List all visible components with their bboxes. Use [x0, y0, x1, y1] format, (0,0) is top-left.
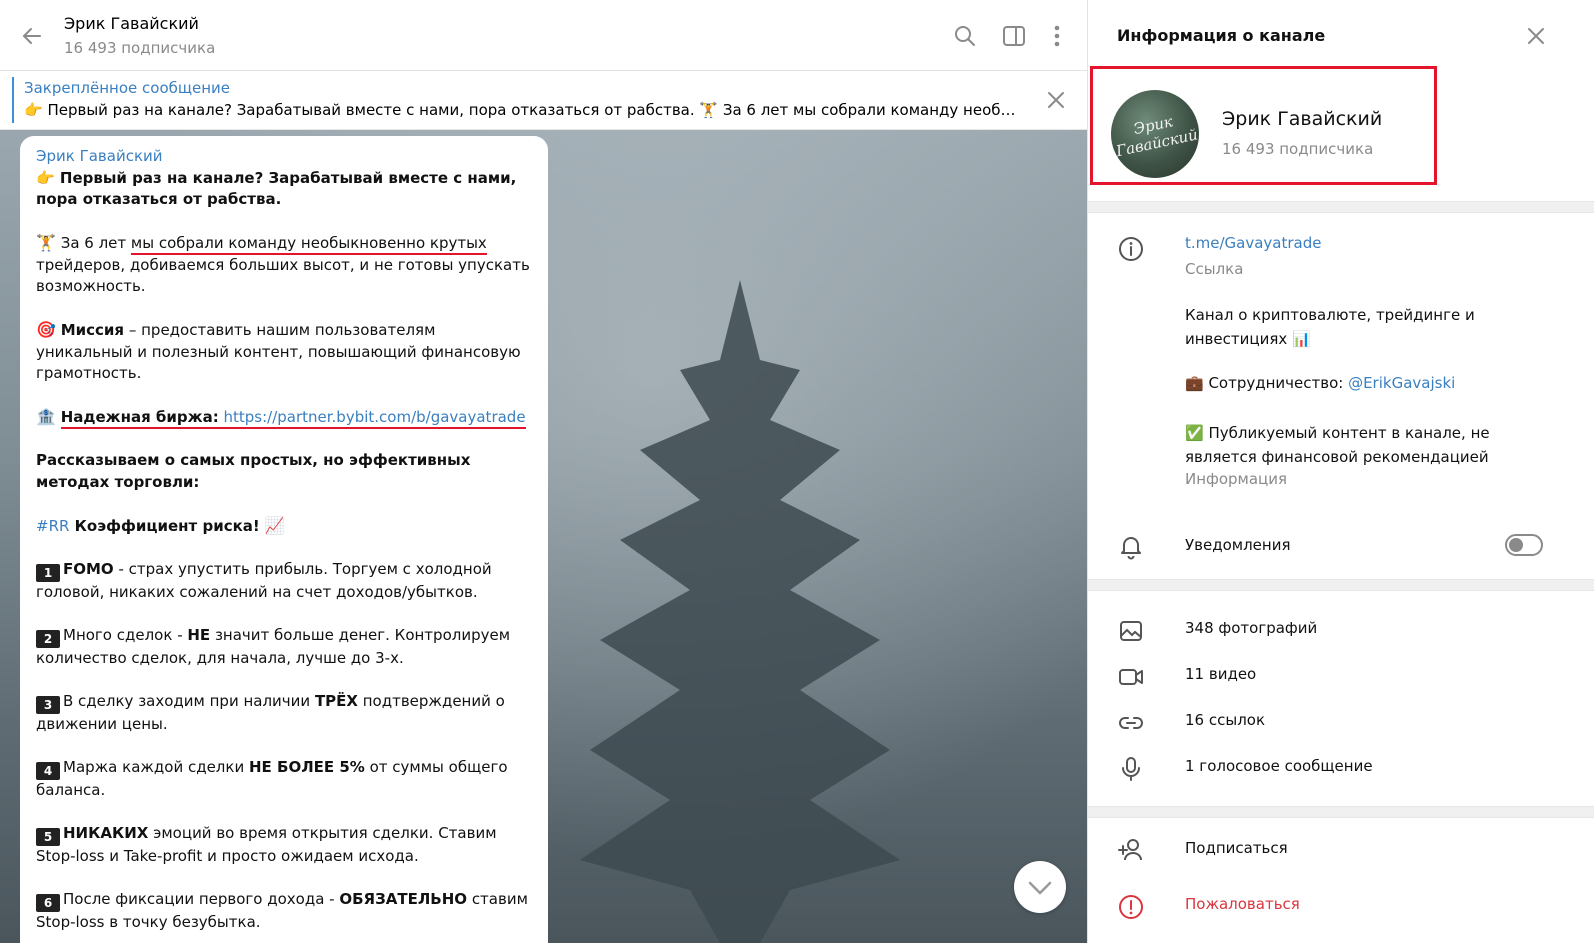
- team-prefix: За 6 лет: [60, 234, 131, 252]
- channel-info-panel: Информация о канале Эрик Гавайский Эрик …: [1087, 0, 1594, 943]
- rule-6-pre: После фиксации первого дохода -: [63, 889, 340, 908]
- rule-3-pre: В сделку заходим при наличии: [63, 691, 315, 710]
- description-cooperation: 💼 Сотрудничество: @ErikGavajski: [1185, 374, 1455, 392]
- rule-item-1: 1 FOMO - страх упустить прибыль. Торгуем …: [36, 559, 532, 604]
- rule-6-bold: ОБЯЗАТЕЛЬНО: [339, 889, 468, 908]
- message-rr-line: #RR Коэффициент риска! 📈: [36, 515, 532, 538]
- team-suffix: трейдеров, добиваемся больших высот, и н…: [36, 255, 530, 296]
- number-2-icon: 2: [36, 629, 60, 648]
- rule-3-bold: ТРЁХ: [314, 691, 358, 710]
- info-icon: [1119, 237, 1143, 261]
- description-caption: Информация: [1185, 470, 1288, 488]
- rule-2-pre: Много сделок -: [63, 625, 188, 644]
- pinned-text: 👉 Первый раз на канале? Зарабатывай вмес…: [24, 101, 1014, 119]
- message-mission-paragraph: 🎯 Миссия – предоставить нашим пользовате…: [36, 319, 532, 385]
- chat-header: Эрик Гавайский 16 493 подписчика: [0, 0, 1087, 71]
- close-icon[interactable]: [1044, 88, 1068, 112]
- rule-5-bold: НИКАКИХ: [63, 823, 149, 842]
- rule-item-6: 6 После фиксации первого дохода - ОБЯЗАТЕ…: [36, 889, 532, 934]
- message-methods-heading: Рассказываем о самых простых, но эффекти…: [36, 451, 471, 491]
- cooperation-handle[interactable]: @ErikGavajski: [1348, 374, 1455, 392]
- wallpaper-tree: [580, 280, 900, 943]
- chat-panel: Эрик Гавайский 16 493 подписчика Закрепл…: [0, 0, 1087, 943]
- videos-count[interactable]: 11 видео: [1185, 665, 1256, 683]
- toggle-knob: [1509, 538, 1523, 552]
- report-button[interactable]: Пожаловаться: [1185, 895, 1300, 913]
- rr-hashtag[interactable]: #RR: [36, 517, 69, 535]
- info-panel-title: Информация о канале: [1117, 26, 1326, 45]
- message-intro: 👉 Первый раз на канале? Зарабатывай вмес…: [36, 168, 517, 209]
- rule-item-3: 3В сделку заходим при наличии ТРЁХ подтв…: [36, 691, 532, 736]
- channel-subscribers: 16 493 подписчика: [1222, 140, 1374, 158]
- video-icon: [1119, 669, 1143, 685]
- subscribe-button[interactable]: Подписаться: [1185, 839, 1288, 857]
- photo-icon: [1120, 621, 1142, 641]
- channel-name: Эрик Гавайский: [1222, 108, 1383, 130]
- more-vertical-icon[interactable]: [1043, 22, 1071, 50]
- scroll-down-button[interactable]: [1014, 861, 1066, 913]
- number-3-icon: 3: [36, 695, 60, 714]
- number-1-icon: 1: [36, 563, 60, 582]
- sidebar-toggle-icon[interactable]: [1000, 22, 1028, 50]
- section-divider: [1088, 201, 1594, 213]
- team-underlined: мы собрали команду необыкновенно крутых: [130, 234, 487, 255]
- pinned-indicator: [12, 77, 14, 123]
- pinned-title: Закреплённое сообщение: [24, 79, 231, 97]
- voice-count[interactable]: 1 голосовое сообщение: [1185, 757, 1373, 775]
- rule-4-bold: НЕ БОЛЕЕ 5%: [248, 757, 365, 776]
- mission-label: Миссия: [60, 321, 125, 339]
- number-5-icon: 5: [36, 827, 60, 846]
- search-icon[interactable]: [951, 22, 979, 50]
- chat-title[interactable]: Эрик Гавайский: [64, 14, 199, 33]
- description-topic: Канал о криптовалюте, трейдинге и инвест…: [1185, 306, 1475, 348]
- bank-icon: 🏦: [36, 407, 56, 426]
- number-4-icon: 4: [36, 761, 60, 780]
- notifications-toggle[interactable]: [1505, 534, 1543, 556]
- message-exchange-paragraph: 🏦 Надежная биржа: https://partner.bybit.…: [36, 406, 532, 429]
- weightlifter-icon: 🏋: [36, 233, 56, 252]
- report-icon: [1119, 895, 1143, 919]
- close-icon[interactable]: [1524, 24, 1548, 48]
- bell-icon: [1121, 537, 1141, 560]
- number-6-icon: 6: [36, 893, 60, 912]
- links-count[interactable]: 16 ссылок: [1185, 711, 1265, 729]
- message-team-paragraph: 🏋 За 6 лет мы собрали команду необыкнове…: [36, 232, 532, 298]
- rule-item-4: 4 Маржа каждой сделки НЕ БОЛЕЕ 5% от сумм…: [36, 757, 532, 802]
- rule-1-bold: FOMO: [63, 559, 114, 578]
- microphone-icon: [1122, 757, 1140, 781]
- section-divider: [1088, 579, 1594, 591]
- exchange-link[interactable]: https://partner.bybit.com/b/gavayatrade: [223, 408, 525, 426]
- chart-up-icon: 📈: [264, 515, 285, 535]
- link-icon: [1119, 717, 1143, 729]
- notifications-label: Уведомления: [1185, 536, 1291, 554]
- rule-item-5: 5 НИКАКИХ эмоций во время открытия сделки…: [36, 823, 532, 868]
- message-bubble[interactable]: Эрик Гавайский 👉 Первый раз на канале? З…: [20, 136, 548, 943]
- add-user-icon: [1118, 839, 1142, 861]
- photos-count[interactable]: 348 фотографий: [1185, 619, 1317, 637]
- cooperation-prefix: 💼 Сотрудничество:: [1185, 374, 1349, 392]
- rr-title: Коэффициент риска!: [69, 516, 260, 535]
- exchange-label: Надежная биржа:: [60, 408, 219, 426]
- avatar-logo-text: Эрик Гавайский: [1114, 112, 1199, 161]
- description-disclaimer: ✅ Публикуемый контент в канале, не являе…: [1185, 424, 1490, 466]
- message-author[interactable]: Эрик Гавайский: [36, 146, 532, 168]
- rule-4-pre: Маржа каждой сделки: [63, 757, 249, 776]
- chevron-down-icon: [1028, 881, 1052, 895]
- target-icon: 🎯: [36, 320, 56, 339]
- rule-2-bold: НЕ: [187, 625, 211, 644]
- pinned-message[interactable]: Закреплённое сообщение 👉 Первый раз на к…: [0, 71, 1087, 130]
- back-arrow-icon[interactable]: [18, 22, 46, 50]
- section-divider: [1088, 806, 1594, 818]
- channel-link[interactable]: t.me/Gavayatrade: [1185, 234, 1322, 252]
- chat-subscribers: 16 493 подписчика: [64, 39, 216, 57]
- rule-item-2: 2 Много сделок - НЕ значит больше денег. …: [36, 625, 532, 670]
- avatar[interactable]: Эрик Гавайский: [1111, 90, 1199, 178]
- channel-link-caption: Ссылка: [1185, 260, 1244, 278]
